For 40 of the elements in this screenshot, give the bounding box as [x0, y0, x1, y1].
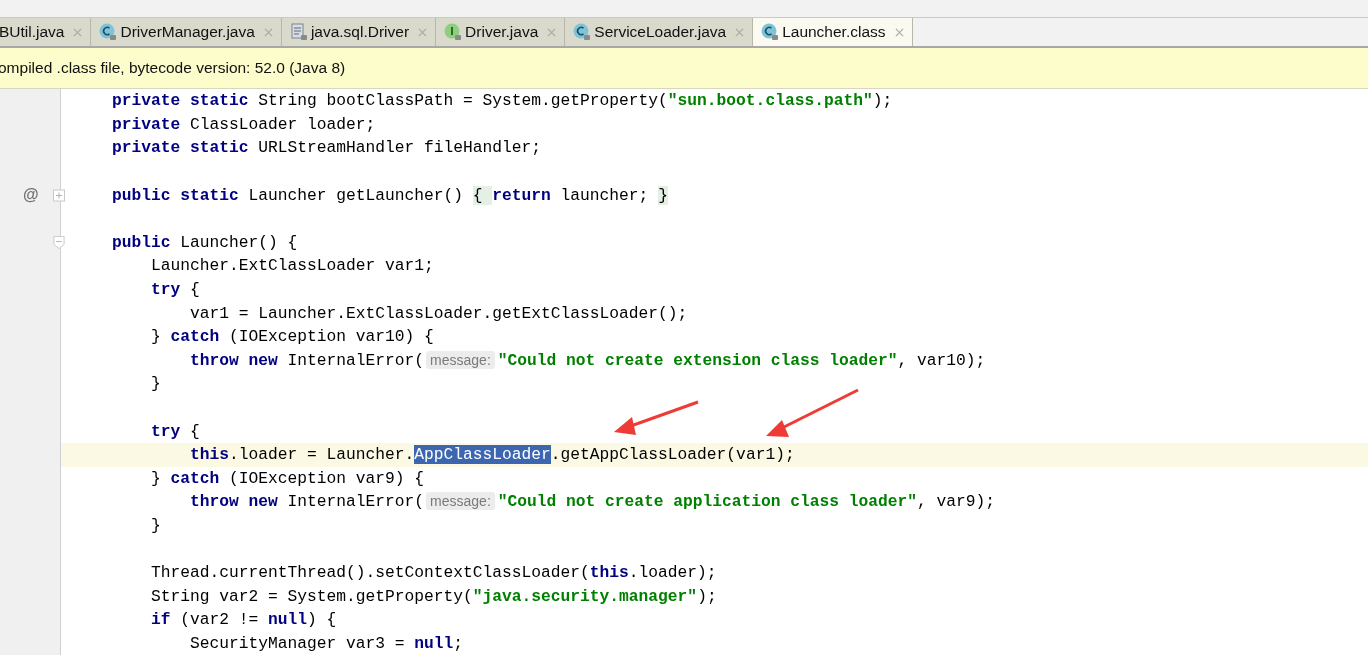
interface-file-icon [444, 23, 463, 41]
code-line: public static Launcher getLauncher() { return launcher; } [111, 185, 668, 205]
code-line: var1 = Launcher.ExtClassLoader.getExtClassLoader(); [189, 303, 688, 323]
override-marker[interactable]: @ [23, 186, 39, 205]
code-line: } [150, 374, 161, 394]
editor-tab[interactable]: ServiceLoader.java [565, 18, 754, 46]
code-line: public Launcher() { [111, 232, 298, 252]
code-line: Thread.currentThread().setContextClassLoader(this.loader); [150, 563, 717, 583]
code-line: try { [150, 280, 200, 300]
code-line: private static URLStreamHandler fileHandler; [111, 138, 542, 158]
class-file-icon [573, 23, 592, 41]
code-line: private static String bootClassPath = System.getProperty("sun.boot.class.path"); [111, 91, 893, 111]
code-line: if (var2 != null) { [150, 610, 337, 630]
code-line: try { [150, 421, 200, 441]
code-line: SecurityManager var3 = null; [189, 633, 464, 653]
editor-tab[interactable]: Launcher.class [753, 18, 913, 46]
close-icon[interactable] [547, 27, 557, 37]
editor-tab[interactable]: Driver.java [436, 18, 566, 46]
close-icon[interactable] [418, 27, 428, 37]
code-line: private ClassLoader loader; [111, 114, 376, 134]
code-line: } catch (IOException var10) { [150, 327, 434, 347]
document-file-icon [289, 23, 308, 41]
editor-tab[interactable]: BUtil.java [0, 18, 92, 46]
code-line: Launcher.ExtClassLoader var1; [150, 256, 434, 276]
close-icon[interactable] [735, 27, 745, 37]
code-line: throw new InternalError( message: "Could not create extension class loader", var10); [189, 350, 986, 370]
class-file-icon [761, 23, 780, 41]
expand-fold-icon[interactable] [53, 188, 65, 202]
class-file-icon [99, 23, 118, 41]
collapse-fold-icon[interactable] [53, 235, 65, 249]
code-line: } [150, 516, 161, 535]
code-line: } catch (IOException var9) { [150, 468, 425, 488]
code-line: this.loader = Launcher.AppClassLoader.getAppClassLoader(var1); [189, 445, 795, 465]
close-icon[interactable] [263, 27, 273, 37]
close-icon[interactable] [894, 27, 904, 37]
code-line: String var2 = System.getProperty("java.security.manager"); [150, 586, 717, 606]
close-icon[interactable] [73, 27, 83, 37]
editor-tab[interactable]: DriverManager.java [91, 18, 282, 46]
editor-tab[interactable]: java.sql.Driver [281, 18, 437, 46]
code-line: throw new InternalError( message: "Could not create application class loader", var9); [189, 492, 996, 512]
